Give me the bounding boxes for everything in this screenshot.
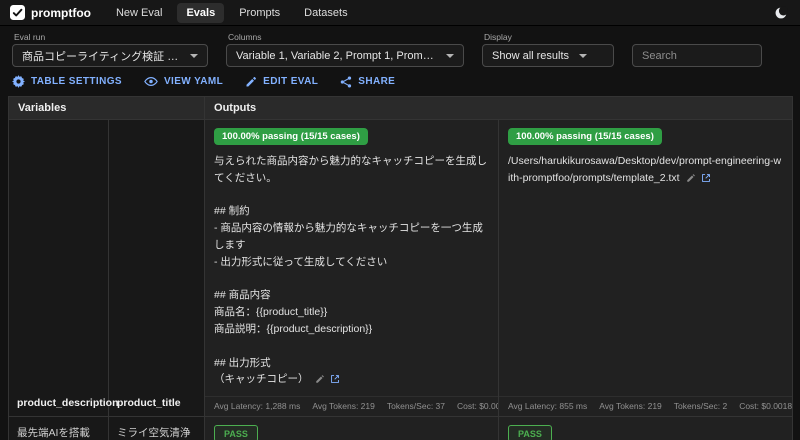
nav-item-new-eval[interactable]: New Eval: [107, 3, 171, 23]
nav-item-prompts[interactable]: Prompts: [230, 3, 289, 23]
eye-icon: [144, 76, 158, 87]
top-navbar: promptfoo New Eval Evals Prompts Dataset…: [0, 0, 800, 26]
prompt-text: 与えられた商品内容から魅力的なキャッチコピーを生成してください。 ## 制約 -…: [214, 155, 487, 385]
brand-name: promptfoo: [31, 6, 91, 20]
chevron-down-icon: [446, 54, 454, 58]
share-icon: [340, 76, 352, 88]
columns-control: Columns Variable 1, Variable 2, Prompt 1…: [226, 32, 464, 67]
var-column-header-product-description[interactable]: product_description: [9, 120, 109, 417]
view-yaml-button[interactable]: VIEW YAML: [144, 76, 223, 87]
results-table-wrap: Variables Outputs product_description pr…: [0, 96, 800, 440]
results-table: Variables Outputs product_description pr…: [8, 96, 793, 440]
prompt-stats: Avg Latency: 1,288 msAvg Tokens: 219Toke…: [205, 396, 498, 416]
search-input[interactable]: [632, 44, 762, 67]
table-settings-label: TABLE SETTINGS: [31, 76, 122, 87]
chevron-down-icon: [579, 54, 587, 58]
pass-rate-badge[interactable]: 100.00% passing (15/15 cases): [508, 128, 662, 145]
display-value: Show all results: [492, 50, 569, 62]
chevron-down-icon: [190, 54, 198, 58]
moon-icon: [774, 6, 788, 20]
pass-rate-badge[interactable]: 100.00% passing (15/15 cases): [214, 128, 368, 145]
group-header-row: Variables Outputs: [9, 97, 793, 120]
eval-run-value: 商品コピーライティング検証 (February ...: [22, 48, 180, 64]
view-yaml-label: VIEW YAML: [164, 76, 223, 87]
outputs-group-header: Outputs: [205, 97, 793, 120]
copy-prompt-icon[interactable]: [315, 374, 325, 384]
controls-row: Eval run 商品コピーライティング検証 (February ... Col…: [0, 26, 800, 72]
open-in-new-icon[interactable]: [701, 173, 711, 183]
columns-label: Columns: [226, 32, 464, 42]
eval-run-control: Eval run 商品コピーライティング検証 (February ...: [12, 32, 208, 67]
prompt-cell-2: 100.00% passing (15/15 cases) /Users/har…: [499, 120, 793, 417]
variable-product-title: ミライ空気清浄機: [109, 417, 205, 440]
brand[interactable]: promptfoo: [10, 5, 91, 20]
display-label: Display: [482, 32, 614, 42]
pencil-icon: [245, 76, 257, 88]
open-in-new-icon[interactable]: [330, 374, 340, 384]
columns-select[interactable]: Variable 1, Variable 2, Prompt 1, Prompt…: [226, 44, 464, 67]
var-column-header-product-title[interactable]: product_title: [109, 120, 205, 417]
display-control: Display Show all results: [482, 32, 614, 67]
prompt-file-path: /Users/harukikurosawa/Desktop/dev/prompt…: [508, 155, 781, 184]
output-cell[interactable]: PASS 「未来の空気を手に入れよう！最先端AI搭載の画期的な空気清浄機」 To…: [205, 417, 499, 440]
gear-icon: [12, 75, 25, 88]
table-settings-button[interactable]: TABLE SETTINGS: [12, 75, 122, 88]
edit-eval-label: EDIT EVAL: [263, 76, 318, 87]
columns-value: Variable 1, Variable 2, Prompt 1, Prompt…: [236, 50, 436, 62]
output-cell[interactable]: PASS 未来の空気 Tokens: 215Latency: 945 msTok…: [499, 417, 793, 440]
share-button[interactable]: SHARE: [340, 76, 395, 88]
pass-badge[interactable]: PASS: [508, 425, 552, 440]
share-label: SHARE: [358, 76, 395, 87]
dark-mode-toggle[interactable]: [772, 4, 790, 22]
eval-run-select[interactable]: 商品コピーライティング検証 (February ...: [12, 44, 208, 67]
nav-item-evals[interactable]: Evals: [177, 3, 224, 23]
eval-run-label: Eval run: [12, 32, 208, 42]
nav-item-datasets[interactable]: Datasets: [295, 3, 356, 23]
promptfoo-logo-icon: [10, 5, 25, 20]
pass-badge[interactable]: PASS: [214, 425, 258, 440]
prompt-header-row: product_description product_title 100.00…: [9, 120, 793, 417]
copy-prompt-icon[interactable]: [686, 173, 696, 183]
actions-row: TABLE SETTINGS VIEW YAML EDIT EVAL SHARE: [0, 72, 800, 96]
display-select[interactable]: Show all results: [482, 44, 614, 67]
prompt-stats: Avg Latency: 855 msAvg Tokens: 219Tokens…: [499, 396, 792, 416]
edit-eval-button[interactable]: EDIT EVAL: [245, 76, 318, 88]
variable-product-description: 最先端AIを搭載し、あなたの生活スタイルに合わせて自動で空気を綺麗にする画期的な…: [9, 417, 109, 440]
prompt-cell-1: 100.00% passing (15/15 cases) 与えられた商品内容か…: [205, 120, 499, 417]
variables-group-header: Variables: [9, 97, 205, 120]
table-row: 最先端AIを搭載し、あなたの生活スタイルに合わせて自動で空気を綺麗にする画期的な…: [9, 417, 793, 440]
